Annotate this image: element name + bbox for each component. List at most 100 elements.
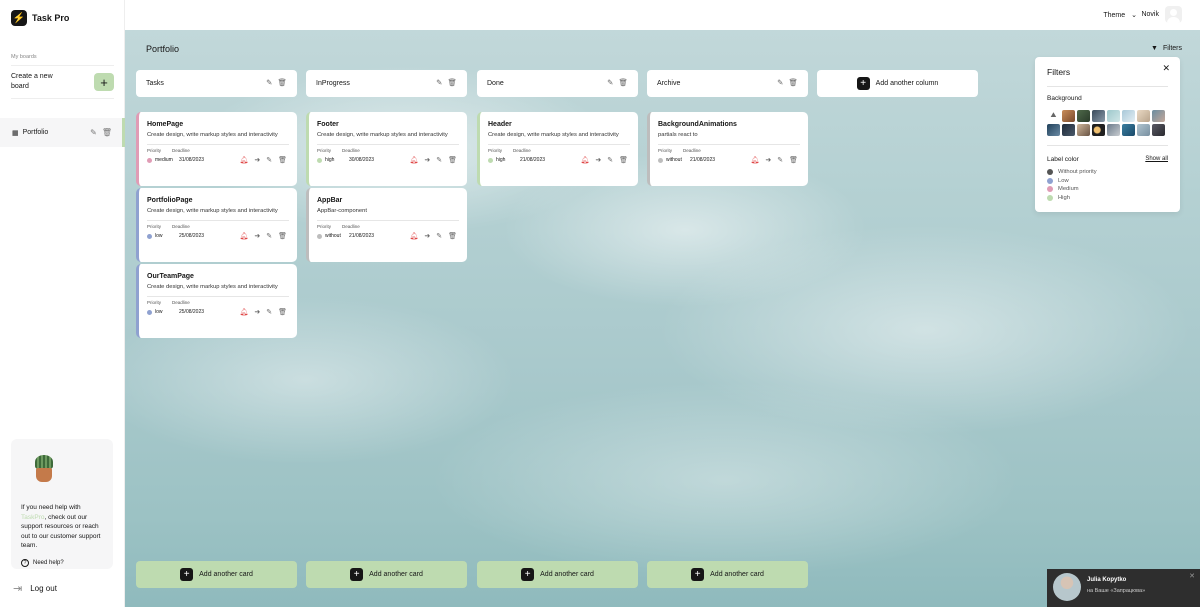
background-swatch[interactable] — [1122, 124, 1135, 136]
avatar[interactable] — [1165, 6, 1182, 23]
card-description: Create design, write markup styles and i… — [317, 132, 448, 138]
background-swatch[interactable] — [1152, 124, 1165, 136]
column-title: Done — [487, 80, 504, 87]
lightning-icon: ⚡ — [11, 10, 27, 26]
pencil-icon[interactable]: ✎ — [266, 78, 272, 87]
deadline-label: Deadline — [172, 148, 190, 153]
trash-icon[interactable]: 🗑 — [618, 78, 628, 87]
close-icon[interactable]: ✕ — [1162, 63, 1170, 74]
label-filter-high[interactable]: High — [1047, 194, 1168, 201]
background-swatch[interactable] — [1107, 110, 1120, 122]
app-logo[interactable]: ⚡ Task Pro — [11, 10, 69, 26]
task-card[interactable]: PortfolioPage Create design, write marku… — [136, 188, 297, 262]
background-swatch[interactable] — [1137, 124, 1150, 136]
background-swatch[interactable] — [1077, 124, 1090, 136]
move-icon[interactable]: ➜ — [254, 156, 260, 164]
notification-toast[interactable]: Julia Kopytko на Ваше «Запрацюва» ✕ — [1047, 569, 1200, 607]
task-card[interactable]: BackgroundAnimations partials react to P… — [647, 112, 808, 186]
need-help-button[interactable]: ? Need help? — [21, 558, 103, 567]
trash-icon[interactable]: 🗑 — [447, 78, 457, 87]
trash-icon[interactable]: 🗑 — [102, 128, 112, 137]
pencil-icon[interactable]: ✎ — [436, 232, 442, 240]
pencil-icon[interactable]: ✎ — [266, 156, 272, 164]
add-card-button[interactable]: + Add another card — [647, 561, 808, 588]
close-icon[interactable]: ✕ — [1189, 572, 1195, 580]
pencil-icon[interactable]: ✎ — [436, 156, 442, 164]
background-swatch[interactable] — [1137, 110, 1150, 122]
bell-icon: 🔔︎ — [239, 157, 249, 164]
add-column-button[interactable]: + Add another column — [817, 70, 978, 97]
create-board-button[interactable]: + — [94, 73, 114, 91]
plus-icon: + — [856, 77, 870, 90]
task-card[interactable]: HomePage Create design, write markup sty… — [136, 112, 297, 186]
add-card-button[interactable]: + Add another card — [136, 561, 297, 588]
trash-icon[interactable]: 🗑 — [278, 156, 287, 164]
background-swatch[interactable] — [1107, 124, 1120, 136]
add-card-button[interactable]: + Add another card — [306, 561, 467, 588]
background-swatch[interactable] — [1092, 110, 1105, 122]
taskpro-link[interactable]: TaskPro — [21, 514, 44, 521]
task-card[interactable]: Header Create design, write markup style… — [477, 112, 638, 186]
no-background-icon[interactable]: ⛰ — [1047, 110, 1060, 122]
bell-icon: 🔔︎ — [409, 157, 419, 164]
logout-button[interactable]: ⇥ Log out — [13, 582, 57, 595]
plus-icon: + — [350, 568, 364, 581]
pencil-icon[interactable]: ✎ — [266, 232, 272, 240]
trash-icon[interactable]: 🗑 — [788, 78, 798, 87]
filters-button[interactable]: ▼ Filters — [1151, 45, 1182, 52]
pencil-icon[interactable]: ✎ — [436, 78, 442, 87]
theme-select[interactable]: Theme ⌄ — [1103, 11, 1137, 20]
pencil-icon[interactable]: ✎ — [90, 128, 97, 137]
priority-dot — [488, 157, 493, 163]
pencil-icon[interactable]: ✎ — [607, 78, 613, 87]
card-title: Header — [488, 121, 512, 128]
priority-dot — [317, 233, 322, 239]
background-swatch[interactable] — [1122, 110, 1135, 122]
background-swatch[interactable] — [1077, 110, 1090, 122]
trash-icon[interactable]: 🗑 — [448, 156, 457, 164]
trash-icon[interactable]: 🗑 — [619, 156, 628, 164]
move-icon[interactable]: ➜ — [424, 232, 430, 240]
move-icon[interactable]: ➜ — [595, 156, 601, 164]
card-title: HomePage — [147, 121, 184, 128]
move-icon[interactable]: ➜ — [254, 232, 260, 240]
label-filter-without[interactable]: Without priority — [1047, 169, 1168, 175]
show-all-link[interactable]: Show all — [1145, 156, 1168, 163]
pencil-icon[interactable]: ✎ — [266, 308, 272, 316]
label-filter-medium[interactable]: Medium — [1047, 186, 1168, 192]
add-card-label: Add another card — [369, 571, 423, 578]
background-swatch[interactable] — [1047, 124, 1060, 136]
move-icon[interactable]: ➜ — [254, 308, 260, 316]
trash-icon[interactable]: 🗑 — [789, 156, 798, 164]
priority-value: medium — [155, 157, 173, 163]
pencil-icon[interactable]: ✎ — [777, 78, 783, 87]
background-swatch[interactable] — [1062, 124, 1075, 136]
move-icon[interactable]: ➜ — [765, 156, 771, 164]
background-swatch[interactable] — [1062, 110, 1075, 122]
trash-icon[interactable]: 🗑 — [278, 308, 287, 316]
background-swatch[interactable] — [1092, 124, 1105, 136]
pencil-icon[interactable]: ✎ — [607, 156, 613, 164]
task-card[interactable]: Footer Create design, write markup style… — [306, 112, 467, 186]
sidebar-item-portfolio[interactable]: ▦ Portfolio ✎ 🗑 — [0, 118, 125, 147]
trash-icon[interactable]: 🗑 — [448, 232, 457, 240]
label-filter-low[interactable]: Low — [1047, 177, 1168, 184]
label-color-label: Label color — [1047, 156, 1079, 163]
move-icon[interactable]: ➜ — [424, 156, 430, 164]
task-card[interactable]: OurTeamPage Create design, write markup … — [136, 264, 297, 338]
trash-icon[interactable]: 🗑 — [278, 232, 287, 240]
pencil-icon[interactable]: ✎ — [777, 156, 783, 164]
deadline-value: 25/08/2023 — [179, 309, 205, 315]
add-card-button[interactable]: + Add another card — [477, 561, 638, 588]
column-title: Tasks — [146, 80, 164, 87]
task-card[interactable]: AppBar AppBar-component Priority Deadline… — [306, 188, 467, 262]
card-description: Create design, write markup styles and i… — [147, 132, 278, 138]
deadline-value: 25/08/2023 — [179, 233, 205, 239]
trash-icon[interactable]: 🗑 — [277, 78, 287, 87]
bell-icon: 🔔︎ — [750, 157, 760, 164]
add-card-label: Add another card — [199, 571, 253, 578]
plus-icon: + — [521, 568, 535, 581]
background-swatch[interactable] — [1152, 110, 1165, 122]
priority-value: low — [155, 233, 163, 239]
sidebar: ⚡ Task Pro My boards Create a new board … — [0, 0, 125, 607]
